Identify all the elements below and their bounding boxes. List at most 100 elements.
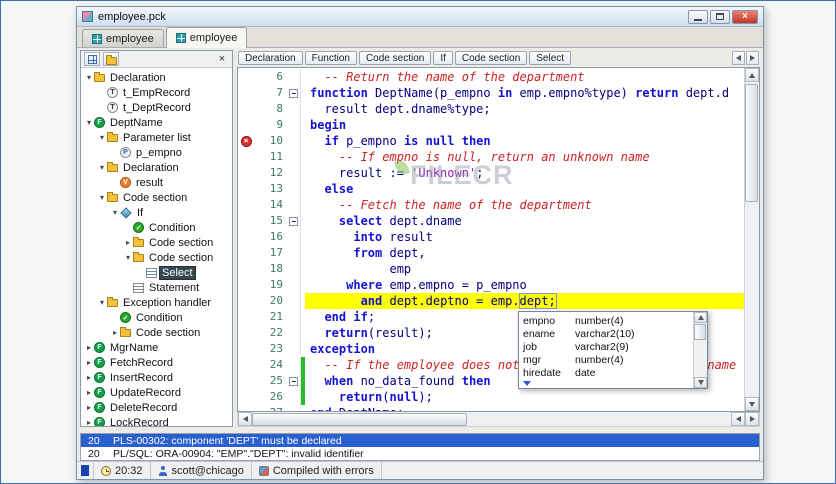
tree-item-parameter-list[interactable]: ▾ Parameter list — [81, 130, 232, 145]
code-line-9[interactable]: 9 begin — [238, 117, 744, 133]
breadcrumb-code-section[interactable]: Code section — [358, 51, 432, 65]
minimize-button[interactable] — [688, 9, 708, 24]
tree-item-condition[interactable]: ✓ Condition — [81, 310, 232, 325]
code-line-16[interactable]: 16 into result — [238, 229, 744, 245]
collapse-icon[interactable]: ▾ — [110, 205, 120, 220]
tree-item-insertrecord[interactable]: ▸ F InsertRecord — [81, 370, 232, 385]
breadcrumb-code-section[interactable]: Code section — [454, 51, 528, 65]
breadcrumb-if[interactable]: If — [433, 51, 453, 65]
tree-item-t-deptrecord[interactable]: Tt_DeptRecord — [81, 100, 232, 115]
tree-item-code-section[interactable]: ▸ Code section — [81, 325, 232, 340]
vertical-scroll-thumb[interactable] — [745, 84, 758, 202]
completion-row-empno[interactable]: empno number(4) — [519, 314, 693, 327]
scroll-left-button[interactable] — [731, 412, 745, 426]
scroll-far-left-button[interactable] — [238, 412, 252, 426]
popup-scroll-up-button[interactable] — [694, 312, 707, 323]
scroll-crumbs-left-button[interactable] — [732, 51, 745, 65]
error-row[interactable]: 20 PL/SQL: ORA-00904: "EMP"."DEPT": inval… — [81, 447, 759, 460]
expand-icon[interactable]: ▸ — [123, 235, 133, 250]
code-line-12[interactable]: 12 result := 'Unknown'; — [238, 165, 744, 181]
code-line-20[interactable]: 20 and dept.deptno = emp.dept; — [238, 293, 744, 309]
collapse-icon[interactable]: ▾ — [97, 190, 107, 205]
tree-item-updaterecord[interactable]: ▸ F UpdateRecord — [81, 385, 232, 400]
tab-employee[interactable]: employee — [165, 27, 248, 48]
code-line-11[interactable]: 11 -- If empno is null, return an unknow… — [238, 149, 744, 165]
code-line-26[interactable]: 26 return(null); — [238, 389, 744, 405]
tree-item-code-section[interactable]: ▸ Code section — [81, 235, 232, 250]
expand-icon[interactable]: ▸ — [84, 370, 94, 385]
tree-item-mgrname[interactable]: ▸ F MgrName — [81, 340, 232, 355]
tree-item-if[interactable]: ▾ If — [81, 205, 232, 220]
completion-row-hiredate[interactable]: hiredate date — [519, 366, 693, 379]
popup-scroll-thumb[interactable] — [694, 324, 706, 340]
gutter-marker — [238, 357, 254, 373]
breadcrumb-function[interactable]: Function — [304, 51, 357, 65]
code-line-14[interactable]: 14 -- Fetch the name of the department — [238, 197, 744, 213]
scroll-down-button[interactable] — [745, 397, 759, 411]
collapse-icon[interactable]: ▾ — [97, 130, 107, 145]
scroll-crumbs-right-button[interactable] — [746, 51, 759, 65]
tree-item-declaration[interactable]: ▾ Declaration — [81, 70, 232, 85]
tree-item-declaration[interactable]: ▾ Declaration — [81, 160, 232, 175]
expand-icon[interactable]: ▸ — [84, 400, 94, 415]
tree-item-lockrecord[interactable]: ▸ F LockRecord — [81, 415, 232, 426]
completion-row-ename[interactable]: ename varchar2(10) — [519, 327, 693, 340]
breadcrumb-declaration[interactable]: Declaration — [238, 51, 303, 65]
code-line-15[interactable]: 15 select dept.dname — [238, 213, 744, 229]
code-line-7[interactable]: 7 function DeptName(p_empno in emp.empno%… — [238, 85, 744, 101]
vertical-scrollbar[interactable] — [744, 68, 759, 411]
expand-icon[interactable]: ▸ — [84, 355, 94, 370]
expand-icon[interactable]: ▸ — [84, 385, 94, 400]
tab-employee[interactable]: employee — [82, 29, 164, 47]
tree-close-button[interactable]: × — [215, 53, 229, 66]
collapse-icon[interactable]: ▾ — [84, 115, 94, 130]
tree-item-code-section[interactable]: ▾ Code section — [81, 250, 232, 265]
tree-item-deptname[interactable]: ▾ F DeptName — [81, 115, 232, 130]
folder-icon — [105, 54, 117, 65]
expand-icon[interactable]: ▸ — [84, 340, 94, 355]
tree-item-p-empno[interactable]: Pp_empno — [81, 145, 232, 160]
horizontal-scroll-thumb[interactable] — [252, 412, 467, 426]
fold-icon[interactable] — [288, 216, 298, 226]
tree-item-code-section[interactable]: ▾ Code section — [81, 190, 232, 205]
tree-view-folder-button[interactable] — [103, 52, 119, 66]
tree-item-statement[interactable]: Statement — [81, 280, 232, 295]
code-line-19[interactable]: 19 where emp.empno = p_empno — [238, 277, 744, 293]
completion-scrollbar[interactable] — [693, 312, 707, 388]
code-line-8[interactable]: 8 result dept.dname%type; — [238, 101, 744, 117]
code-editor[interactable]: 6 -- Return the name of the department 7 f… — [237, 67, 760, 412]
code-line-18[interactable]: 18 emp — [238, 261, 744, 277]
code-line-27[interactable]: 27 end DeptName; — [238, 405, 744, 411]
maximize-button[interactable] — [710, 9, 730, 24]
completion-row-job[interactable]: job varchar2(9) — [519, 340, 693, 353]
code-line-13[interactable]: 13 else — [238, 181, 744, 197]
tree-item-exception-handler[interactable]: ▾ Exception handler — [81, 295, 232, 310]
completion-row-mgr[interactable]: mgr number(4) — [519, 353, 693, 366]
code-line-6[interactable]: 6 -- Return the name of the department — [238, 69, 744, 85]
expand-icon[interactable]: ▸ — [110, 325, 120, 340]
code-line-17[interactable]: 17 from dept, — [238, 245, 744, 261]
popup-scroll-down-button[interactable] — [694, 377, 707, 388]
fold-icon[interactable] — [288, 376, 298, 386]
tree-item-select[interactable]: Select — [81, 265, 232, 280]
code-line-10[interactable]: × 10 if p_empno is null then — [238, 133, 744, 149]
collapse-icon[interactable]: ▾ — [97, 160, 107, 175]
tree-item-fetchrecord[interactable]: ▸ F FetchRecord — [81, 355, 232, 370]
expand-icon[interactable]: ▸ — [84, 415, 94, 426]
collapse-icon[interactable]: ▾ — [97, 295, 107, 310]
error-row[interactable]: 20 PLS-00302: component 'DEPT' must be de… — [81, 434, 759, 447]
collapse-icon[interactable]: ▾ — [123, 250, 133, 265]
tree-view-grid-button[interactable] — [84, 52, 100, 66]
tree-item-condition[interactable]: ✓ Condition — [81, 220, 232, 235]
scroll-right-button[interactable] — [745, 412, 759, 426]
scroll-up-button[interactable] — [745, 68, 759, 82]
close-button[interactable]: × — [732, 9, 758, 24]
breadcrumb-select[interactable]: Select — [529, 51, 572, 65]
horizontal-scrollbar[interactable] — [237, 412, 760, 427]
tree-item-t-emprecord[interactable]: Tt_EmpRecord — [81, 85, 232, 100]
tree-item-result[interactable]: Vresult — [81, 175, 232, 190]
fold-gutter — [286, 245, 300, 261]
collapse-icon[interactable]: ▾ — [84, 70, 94, 85]
fold-icon[interactable] — [288, 88, 298, 98]
tree-item-deleterecord[interactable]: ▸ F DeleteRecord — [81, 400, 232, 415]
